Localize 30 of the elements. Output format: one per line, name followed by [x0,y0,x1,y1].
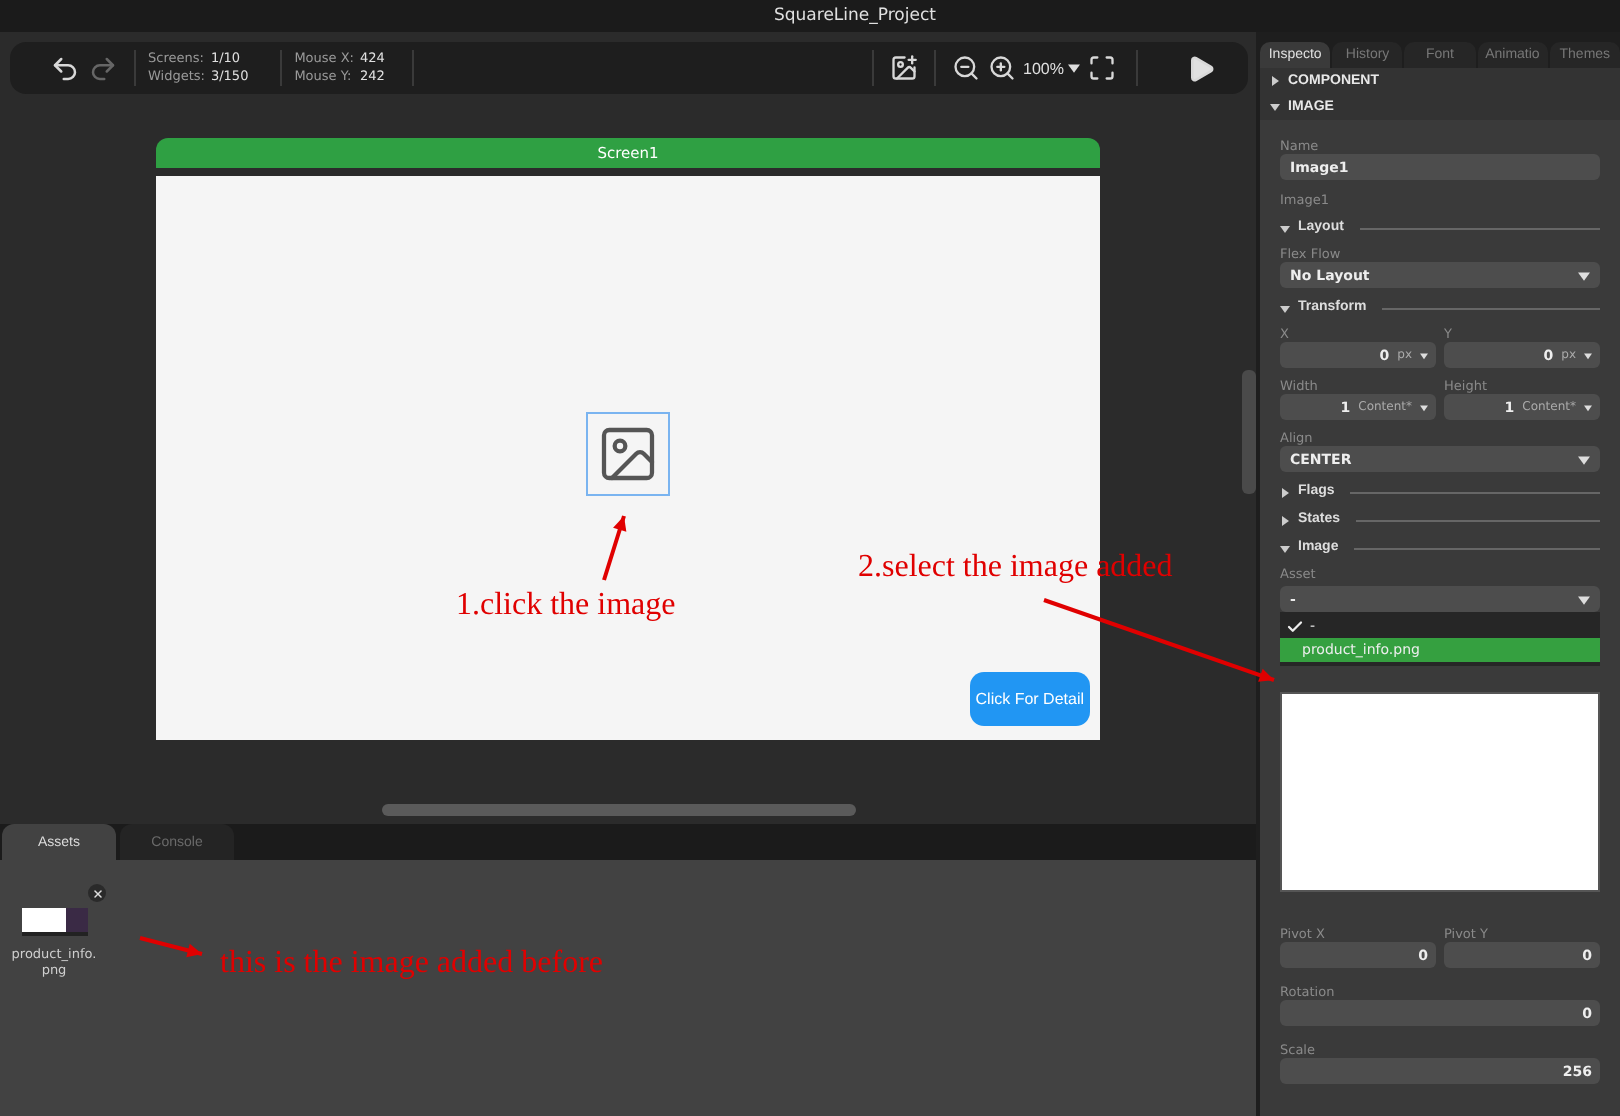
dropdown-caret-icon [1420,403,1428,411]
dropdown-caret-icon [1584,403,1592,411]
annotation-text: 1.click the image [456,588,676,624]
fit-screen-icon[interactable] [1088,54,1116,82]
undo-icon[interactable] [50,53,80,83]
window-title: SquareLine_Project [774,6,936,26]
collapsed-caret-icon [1280,515,1290,525]
zoom-out-icon[interactable] [951,54,980,82]
zoom-in-icon[interactable] [987,54,1016,82]
asset-thumbnail[interactable] [21,908,87,936]
image-icon[interactable] [889,54,918,82]
close-icon[interactable] [88,884,106,902]
expanded-caret-icon [1280,223,1290,233]
annotation-text: this is the image added before [220,946,603,982]
play-icon[interactable] [1186,53,1216,83]
dropdown-caret-icon [1584,351,1592,359]
image-widget[interactable] [586,411,670,495]
expanded-caret-icon [1280,543,1290,553]
dropdown-caret-icon [1068,62,1080,74]
dropdown-caret-icon [1578,269,1590,281]
expanded-caret-icon [1270,102,1280,112]
dropdown-caret-icon [1420,351,1428,359]
dropdown-caret-icon [1578,453,1590,465]
expanded-caret-icon [1280,303,1290,313]
collapsed-caret-icon [1270,76,1280,86]
dropdown-caret-icon [1578,593,1590,605]
zoom-dropdown[interactable]: 100% [1019,59,1084,77]
horizontal-scrollbar[interactable] [382,804,856,816]
vertical-scrollbar[interactable] [1242,370,1256,494]
collapsed-caret-icon [1280,487,1290,497]
